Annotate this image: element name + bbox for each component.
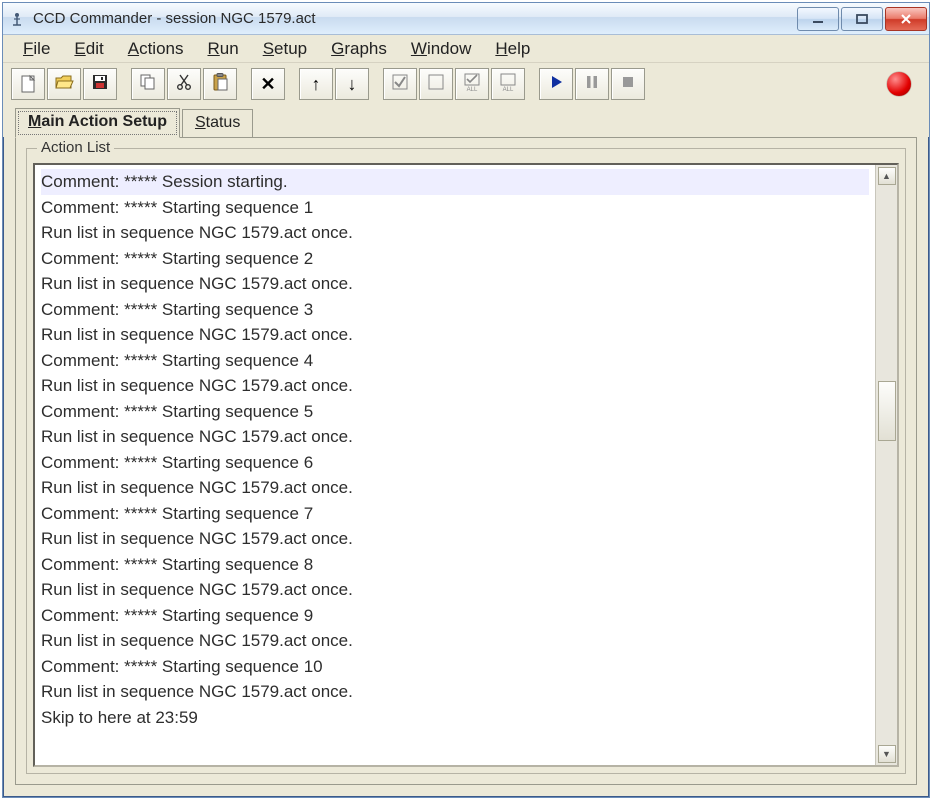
app-icon <box>9 11 25 27</box>
menu-window[interactable]: Window <box>401 37 481 61</box>
list-item[interactable]: Run list in sequence NGC 1579.act once. <box>41 322 869 348</box>
arrow-down-icon: ↓ <box>348 74 357 95</box>
list-item[interactable]: Comment: ***** Starting sequence 5 <box>41 399 869 425</box>
scroll-track[interactable] <box>878 185 896 745</box>
menu-edit[interactable]: Edit <box>64 37 113 61</box>
tb-delete[interactable]: ✕ <box>251 68 285 100</box>
delete-icon: ✕ <box>260 74 275 95</box>
tb-run[interactable] <box>539 68 573 100</box>
list-item[interactable]: Comment: ***** Starting sequence 2 <box>41 246 869 272</box>
tb-uncheck-all[interactable]: ALL <box>491 68 525 100</box>
close-button[interactable] <box>885 7 927 31</box>
list-item[interactable]: Run list in sequence NGC 1579.act once. <box>41 373 869 399</box>
uncheck-icon <box>426 72 446 97</box>
list-item[interactable]: Run list in sequence NGC 1579.act once. <box>41 424 869 450</box>
arrow-up-icon: ↑ <box>312 74 321 95</box>
list-item[interactable]: Comment: ***** Starting sequence 6 <box>41 450 869 476</box>
check-all-icon: ALL <box>462 72 482 97</box>
play-icon <box>546 72 566 97</box>
maximize-button[interactable] <box>841 7 883 31</box>
tb-open[interactable] <box>47 68 81 100</box>
menu-help[interactable]: Help <box>485 37 540 61</box>
titlebar[interactable]: CCD Commander - session NGC 1579.act <box>3 3 929 35</box>
floppy-icon <box>90 72 110 97</box>
svg-text:ALL: ALL <box>467 87 478 92</box>
tb-stop[interactable] <box>611 68 645 100</box>
action-list-group: Action List Comment: ***** Session start… <box>26 148 906 774</box>
tb-save[interactable] <box>83 68 117 100</box>
tb-move-down[interactable]: ↓ <box>335 68 369 100</box>
list-item[interactable]: Run list in sequence NGC 1579.act once. <box>41 271 869 297</box>
minimize-button[interactable] <box>797 7 839 31</box>
list-item[interactable]: Run list in sequence NGC 1579.act once. <box>41 679 869 705</box>
tb-check-all[interactable]: ALL <box>455 68 489 100</box>
list-item[interactable]: Comment: ***** Starting sequence 8 <box>41 552 869 578</box>
window-title: CCD Commander - session NGC 1579.act <box>33 10 316 27</box>
list-item[interactable]: Comment: ***** Starting sequence 10 <box>41 654 869 680</box>
uncheck-all-icon: ALL <box>498 72 518 97</box>
pause-icon <box>582 72 602 97</box>
tb-uncheck[interactable] <box>419 68 453 100</box>
menu-setup[interactable]: Setup <box>253 37 317 61</box>
menu-actions[interactable]: Actions <box>118 37 194 61</box>
tb-check[interactable] <box>383 68 417 100</box>
svg-text:ALL: ALL <box>503 87 514 92</box>
scroll-thumb[interactable] <box>878 381 896 441</box>
tb-new[interactable] <box>11 68 45 100</box>
list-item[interactable]: Comment: ***** Starting sequence 4 <box>41 348 869 374</box>
menubar: File Edit Actions Run Setup Graphs Windo… <box>3 35 929 63</box>
tb-pause[interactable] <box>575 68 609 100</box>
clipboard-icon <box>210 72 230 97</box>
list-item[interactable]: Run list in sequence NGC 1579.act once. <box>41 628 869 654</box>
tabs: Main Action Setup Status <box>3 105 929 137</box>
folder-open-icon <box>54 72 74 97</box>
menu-graphs[interactable]: Graphs <box>321 37 397 61</box>
menu-file[interactable]: File <box>13 37 60 61</box>
scroll-up-button[interactable]: ▲ <box>878 167 896 185</box>
list-item[interactable]: Comment: ***** Starting sequence 3 <box>41 297 869 323</box>
list-item[interactable]: Run list in sequence NGC 1579.act once. <box>41 577 869 603</box>
menu-run[interactable]: Run <box>197 37 248 61</box>
action-list[interactable]: Comment: ***** Session starting.Comment:… <box>35 165 875 765</box>
tb-cut[interactable] <box>167 68 201 100</box>
copy-icon <box>138 72 158 97</box>
action-list-label: Action List <box>37 139 114 156</box>
check-icon <box>390 72 410 97</box>
tab-main-action-setup[interactable]: Main Action Setup <box>15 108 180 138</box>
list-item[interactable]: Comment: ***** Starting sequence 7 <box>41 501 869 527</box>
status-indicator <box>887 72 911 96</box>
list-item[interactable]: Comment: ***** Starting sequence 9 <box>41 603 869 629</box>
toolbar: ✕ ↑ ↓ ALL ALL <box>3 63 929 105</box>
app-window: CCD Commander - session NGC 1579.act Fil… <box>2 2 930 798</box>
tab-status[interactable]: Status <box>182 109 253 138</box>
list-item[interactable]: Run list in sequence NGC 1579.act once. <box>41 220 869 246</box>
list-item[interactable]: Skip to here at 23:59 <box>41 705 869 731</box>
tb-move-up[interactable]: ↑ <box>299 68 333 100</box>
tab-page: Action List Comment: ***** Session start… <box>15 137 917 785</box>
list-item[interactable]: Comment: ***** Starting sequence 1 <box>41 195 869 221</box>
vertical-scrollbar[interactable]: ▲ ▼ <box>875 165 897 765</box>
scroll-down-button[interactable]: ▼ <box>878 745 896 763</box>
scissors-icon <box>174 72 194 97</box>
stop-icon <box>618 72 638 97</box>
list-item[interactable]: Run list in sequence NGC 1579.act once. <box>41 475 869 501</box>
action-list-frame: Comment: ***** Session starting.Comment:… <box>33 163 899 767</box>
list-item[interactable]: Run list in sequence NGC 1579.act once. <box>41 526 869 552</box>
tb-paste[interactable] <box>203 68 237 100</box>
tb-copy[interactable] <box>131 68 165 100</box>
list-item[interactable]: Comment: ***** Session starting. <box>41 169 869 195</box>
